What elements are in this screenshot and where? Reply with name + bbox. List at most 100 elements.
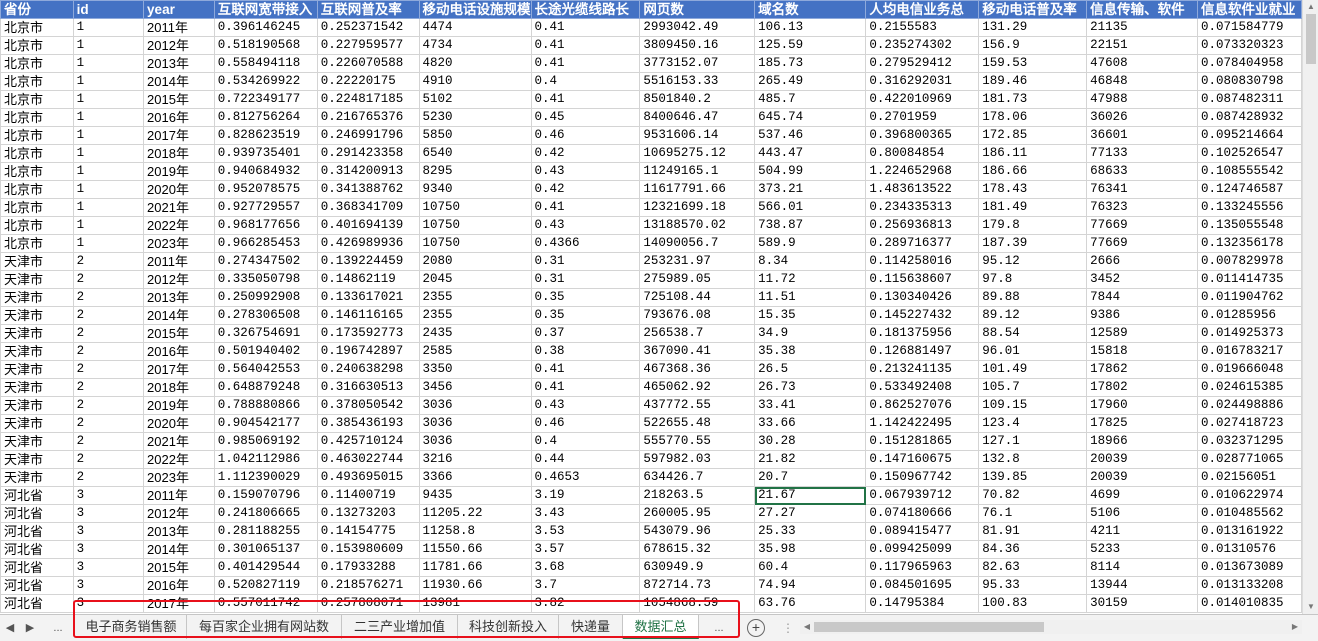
cell[interactable]: 0.42 [530, 144, 641, 163]
cell[interactable]: 178.06 [978, 108, 1088, 127]
cell[interactable]: 1 [72, 198, 145, 217]
cell[interactable]: 12321699.18 [639, 198, 756, 217]
cell[interactable]: 2 [72, 324, 145, 343]
cell[interactable]: 5516153.33 [639, 72, 756, 91]
cell[interactable]: 3 [72, 486, 145, 505]
tab-secondary-tertiary-value-added[interactable]: 二三产业增加值 [342, 615, 458, 639]
cell[interactable]: 0.316630513 [316, 378, 420, 397]
cell[interactable]: 46848 [1086, 72, 1198, 91]
cell[interactable]: 北京市 [0, 108, 74, 127]
column-header[interactable]: 省份 [0, 0, 74, 19]
cell[interactable]: 2 [72, 252, 145, 271]
cell[interactable]: 0.4 [530, 72, 641, 91]
cell[interactable]: 11550.66 [418, 540, 532, 559]
cell[interactable]: 0.196742897 [316, 342, 420, 361]
cell[interactable]: 2019年 [143, 162, 215, 181]
tab-data-summary[interactable]: 数据汇总 [623, 615, 699, 639]
cell[interactable]: 0.153980609 [316, 540, 420, 559]
cell[interactable]: 8295 [418, 162, 532, 181]
cell[interactable]: 0.38 [530, 342, 641, 361]
cell[interactable]: 1054868.59 [639, 594, 756, 613]
cell[interactable]: 2585 [418, 342, 532, 361]
cell[interactable]: 河北省 [0, 486, 74, 505]
prev-sheet-arrow-icon[interactable]: ◀ [2, 619, 18, 637]
cell[interactable]: 3.19 [530, 486, 641, 505]
cell[interactable]: 373.21 [754, 180, 867, 199]
cell[interactable]: 4699 [1086, 486, 1198, 505]
vertical-scroll-thumb[interactable] [1306, 14, 1316, 64]
cell[interactable]: 天津市 [0, 450, 74, 469]
cell[interactable]: 北京市 [0, 144, 74, 163]
cell[interactable]: 河北省 [0, 594, 74, 613]
cell[interactable]: 256538.7 [639, 324, 756, 343]
cell[interactable]: 1.224652968 [865, 162, 980, 181]
cell[interactable]: 2015年 [143, 324, 215, 343]
cell[interactable]: 26.73 [754, 378, 867, 397]
cell[interactable]: 北京市 [0, 18, 74, 37]
scroll-down-arrow-icon[interactable]: ▼ [1303, 600, 1318, 614]
cell[interactable]: 3 [72, 594, 145, 613]
cell[interactable]: 13981 [418, 594, 532, 613]
cell[interactable]: 10750 [418, 198, 532, 217]
cell[interactable]: 0.648879248 [213, 378, 318, 397]
cell[interactable]: 0.019666048 [1196, 360, 1302, 379]
cell[interactable]: 0.41 [530, 378, 641, 397]
cell[interactable]: 3.68 [530, 558, 641, 577]
cell[interactable]: 84.36 [978, 540, 1088, 559]
tab-tech-innovation-input[interactable]: 科技创新投入 [458, 615, 559, 639]
cell[interactable]: 0.564042553 [213, 360, 318, 379]
cell[interactable]: 0.557011742 [213, 594, 318, 613]
tab-express-volume[interactable]: 快递量 [559, 615, 623, 639]
cell[interactable]: 0.326754691 [213, 324, 318, 343]
cell[interactable]: 0.181375956 [865, 324, 980, 343]
cell[interactable]: 11781.66 [418, 558, 532, 577]
cell[interactable]: 3216 [418, 450, 532, 469]
cell[interactable]: 2 [72, 378, 145, 397]
cell[interactable]: 2017年 [143, 594, 215, 613]
cell[interactable]: 0.073320323 [1196, 36, 1302, 55]
cell[interactable]: 0.385436193 [316, 414, 420, 433]
cell[interactable]: 11.51 [754, 288, 867, 307]
cell[interactable]: 543079.96 [639, 522, 756, 541]
cell[interactable]: 0.41 [530, 54, 641, 73]
cell[interactable]: 11617791.66 [639, 180, 756, 199]
cell[interactable]: 77669 [1086, 216, 1198, 235]
cell[interactable]: 15818 [1086, 342, 1198, 361]
cell[interactable]: 0.533492408 [865, 378, 980, 397]
cell[interactable]: 253231.97 [639, 252, 756, 271]
cell[interactable]: 872714.73 [639, 576, 756, 595]
cell[interactable]: 2 [72, 270, 145, 289]
cell[interactable]: 70.82 [978, 486, 1088, 505]
cell[interactable]: 0.151281865 [865, 432, 980, 451]
cell[interactable]: 0.281188255 [213, 522, 318, 541]
cell[interactable]: 566.01 [754, 198, 867, 217]
column-header[interactable]: id [72, 0, 145, 19]
cell[interactable]: 天津市 [0, 324, 74, 343]
cell[interactable]: 3.82 [530, 594, 641, 613]
cell[interactable]: 0.31 [530, 270, 641, 289]
cell[interactable]: 0.074180666 [865, 504, 980, 523]
cell[interactable]: 0.234335313 [865, 198, 980, 217]
cell[interactable]: 0.216765376 [316, 108, 420, 127]
cell[interactable]: 0.095214664 [1196, 126, 1302, 145]
cell[interactable]: 4734 [418, 36, 532, 55]
cell[interactable]: 北京市 [0, 36, 74, 55]
cell[interactable]: 2012年 [143, 270, 215, 289]
cell[interactable]: 0.316292031 [865, 72, 980, 91]
cell[interactable]: 8114 [1086, 558, 1198, 577]
more-sheets-right-button[interactable]: ... [702, 619, 736, 637]
cell[interactable]: 0.278306508 [213, 306, 318, 325]
cell[interactable]: 105.7 [978, 378, 1088, 397]
cell[interactable]: 2011年 [143, 252, 215, 271]
cell[interactable]: 2355 [418, 306, 532, 325]
cell[interactable]: 0.46 [530, 126, 641, 145]
cell[interactable]: 36026 [1086, 108, 1198, 127]
cell[interactable]: 0.016783217 [1196, 342, 1302, 361]
cell[interactable]: 9531606.14 [639, 126, 756, 145]
cell[interactable]: 123.4 [978, 414, 1088, 433]
scroll-right-arrow-icon[interactable]: ▶ [1288, 620, 1302, 634]
cell[interactable]: 2080 [418, 252, 532, 271]
cell[interactable]: 1.042112986 [213, 450, 318, 469]
cell[interactable]: 0.42 [530, 180, 641, 199]
cell[interactable]: 0.114258016 [865, 252, 980, 271]
